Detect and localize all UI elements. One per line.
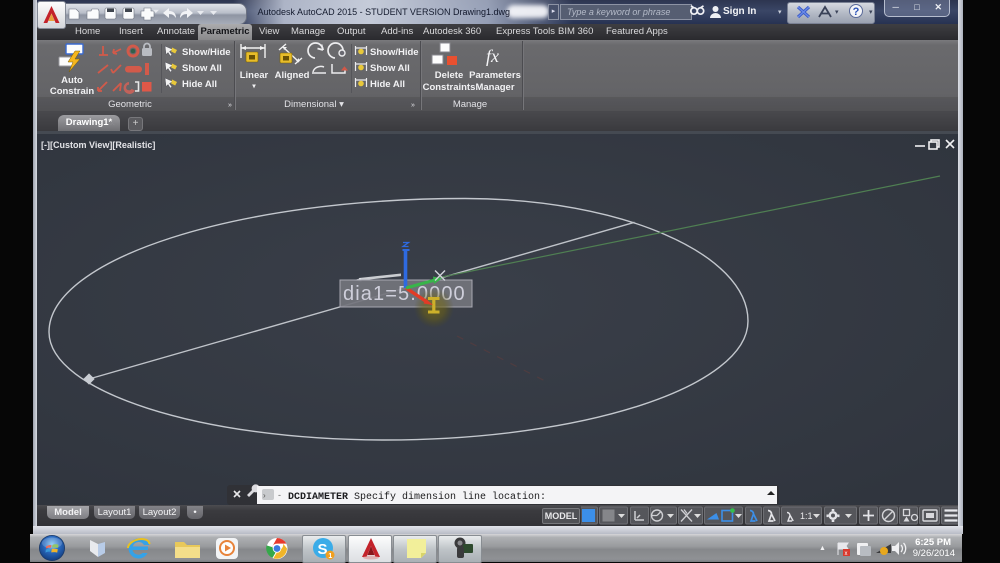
svg-text:»: » (228, 102, 232, 109)
svg-text:[-][Custom View][Realistic]: [-][Custom View][Realistic] (41, 140, 155, 150)
svg-text:Show/Hide: Show/Hide (370, 47, 419, 58)
svg-text:Aligned: Aligned (275, 70, 310, 81)
svg-text:fx: fx (486, 46, 499, 66)
svg-text:Manage: Manage (453, 99, 487, 110)
svg-text:Show/Hide: Show/Hide (182, 47, 231, 58)
svg-text:Geometric: Geometric (108, 99, 152, 110)
svg-text:▾: ▾ (251, 83, 256, 90)
svg-text:Constraints: Constraints (423, 82, 476, 93)
svg-text:Manager: Manager (475, 82, 514, 93)
svg-text:›: › (263, 491, 266, 500)
svg-text:Show All: Show All (370, 63, 410, 74)
svg-text:Show All: Show All (182, 63, 222, 74)
svg-text:1:1: 1:1 (800, 511, 813, 521)
svg-text:»: » (411, 102, 415, 109)
svg-text:Delete: Delete (435, 70, 464, 81)
svg-text:x: x (845, 551, 848, 557)
svg-text:Hide All: Hide All (182, 79, 217, 90)
svg-text:Auto: Auto (61, 75, 83, 86)
svg-text:Linear: Linear (240, 70, 269, 81)
svg-text:Constrain: Constrain (50, 86, 95, 97)
svg-text:Parameters: Parameters (469, 70, 521, 81)
svg-text:-: - (278, 490, 281, 500)
svg-text:Dimensional ▾: Dimensional ▾ (284, 99, 344, 110)
svg-text:DCDIAMETER Specify dimension l: DCDIAMETER Specify dimension line locati… (288, 491, 546, 503)
svg-text:1: 1 (328, 553, 332, 560)
svg-text:Hide All: Hide All (370, 79, 405, 90)
